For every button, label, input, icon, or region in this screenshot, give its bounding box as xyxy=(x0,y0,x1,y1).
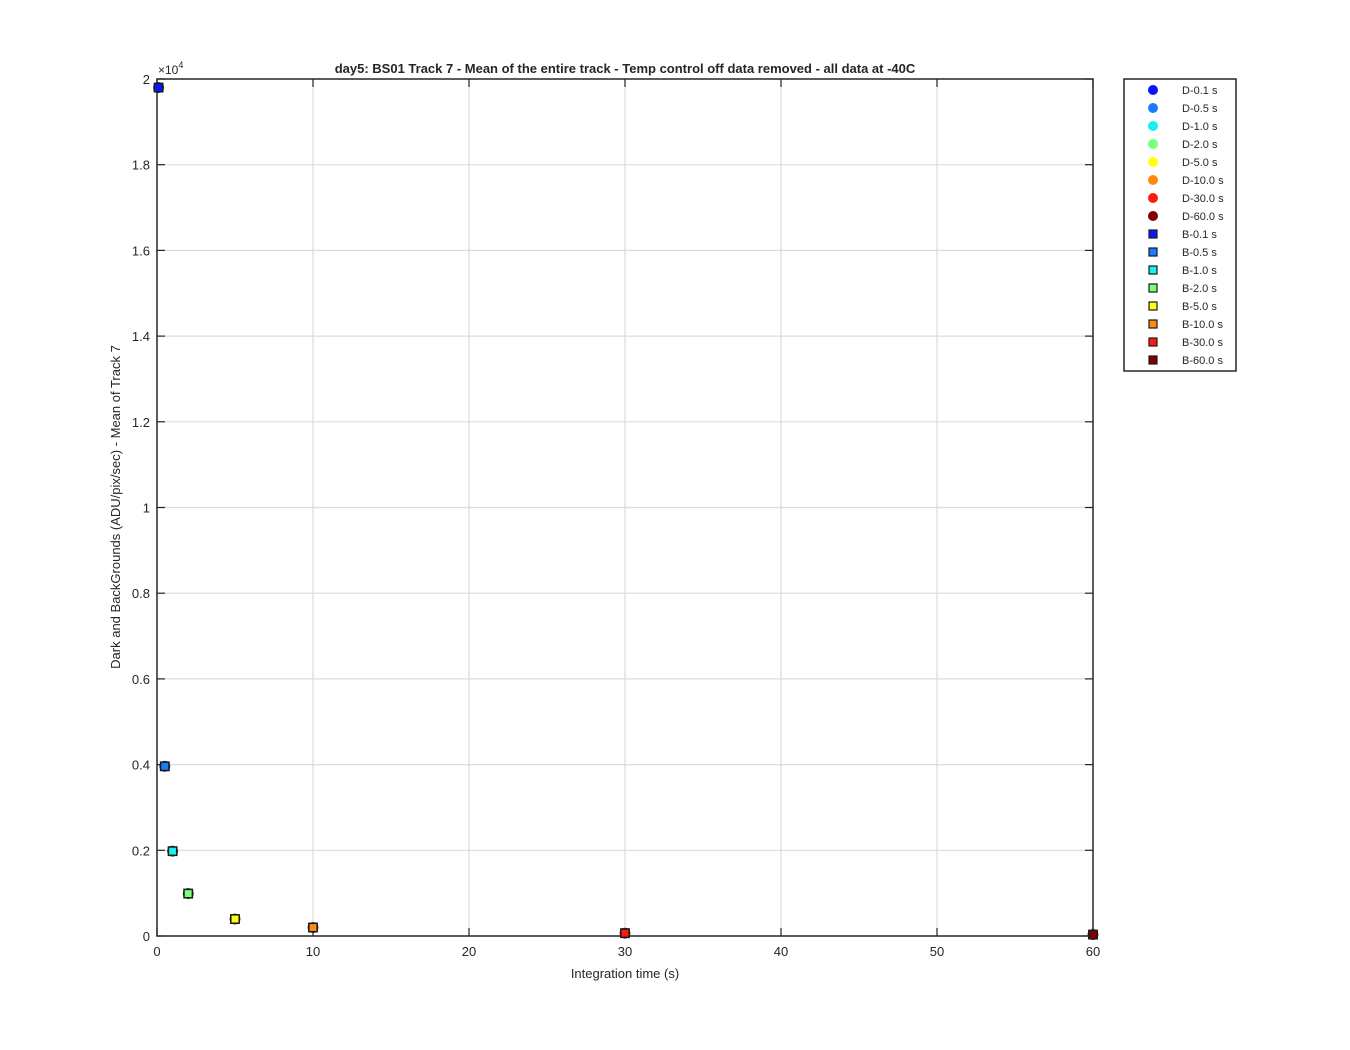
data-point-b-10-0-s xyxy=(308,922,318,933)
x-tick-label: 0 xyxy=(153,944,160,959)
x-tick-label: 10 xyxy=(306,944,320,959)
legend-marker xyxy=(1148,85,1158,95)
x-tick-label: 60 xyxy=(1086,944,1100,959)
y-axis-label: Dark and BackGrounds (ADU/pix/sec) - Mea… xyxy=(108,345,123,669)
legend-marker xyxy=(1148,175,1158,185)
chart-title: day5: BS01 Track 7 - Mean of the entire … xyxy=(335,61,916,76)
data-point-b-2-0-s xyxy=(183,888,194,899)
legend-label: B-30.0 s xyxy=(1182,337,1223,349)
x-tick-label: 30 xyxy=(618,944,632,959)
y-tick-label: 1.2 xyxy=(132,415,150,430)
legend-label: B-10.0 s xyxy=(1182,319,1223,331)
legend-marker xyxy=(1148,319,1158,329)
legend-marker xyxy=(1148,121,1158,131)
y-tick-label: 1.6 xyxy=(132,243,150,258)
legend-label: B-0.1 s xyxy=(1182,229,1217,241)
legend-label: B-1.0 s xyxy=(1182,265,1217,277)
x-tick-label: 20 xyxy=(462,944,476,959)
y-tick-label: 0 xyxy=(143,929,150,944)
y-tick-label: 1.8 xyxy=(132,158,150,173)
legend-label: B-5.0 s xyxy=(1182,301,1217,313)
legend-label: D-0.1 s xyxy=(1182,85,1218,97)
legend-label: D-2.0 s xyxy=(1182,139,1218,151)
legend-label: D-60.0 s xyxy=(1182,211,1224,223)
legend-marker xyxy=(1148,355,1158,365)
legend-marker xyxy=(1148,247,1158,257)
y-tick-label: 2 xyxy=(143,72,150,87)
legend-marker xyxy=(1148,337,1158,347)
legend-marker xyxy=(1148,139,1158,149)
figure: 0 10 20 30 40 50 60 0 0.2 0.4 0.6 0.8 1 1.2 1.4 1.6 1.8 2… xyxy=(0,0,1350,1050)
legend: D-0.1 s D-0.5 s D-1.0 s D-2.0 s D-5.0 s D-10.… xyxy=(1123,78,1237,372)
legend-marker xyxy=(1148,283,1158,293)
y-tick-label: 1.4 xyxy=(132,329,150,344)
data-point-b-1-0-s xyxy=(167,846,178,857)
data-point-b-5-0-s xyxy=(230,914,240,924)
plot-area xyxy=(153,78,1099,940)
legend-marker xyxy=(1148,103,1158,113)
y-tick-label: 0.2 xyxy=(132,843,150,858)
legend-marker xyxy=(1148,265,1158,275)
legend-label: D-10.0 s xyxy=(1182,175,1224,187)
data-point-b-0-1-s xyxy=(153,82,164,93)
legend-label: D-5.0 s xyxy=(1182,157,1218,169)
y-exponent-power: 4 xyxy=(178,60,183,70)
y-tick-label: 1 xyxy=(143,501,150,516)
legend-marker xyxy=(1148,157,1158,167)
legend-marker xyxy=(1148,211,1158,221)
x-tick-label: 40 xyxy=(774,944,788,959)
y-tick-label: 0.4 xyxy=(132,758,150,773)
legend-marker xyxy=(1148,301,1158,311)
legend-label: D-30.0 s xyxy=(1182,193,1224,205)
y-tick-label: 0.6 xyxy=(132,672,150,687)
legend-label: D-1.0 s xyxy=(1182,121,1218,133)
legend-label: B-60.0 s xyxy=(1182,355,1223,367)
legend-label: D-0.5 s xyxy=(1182,103,1218,115)
data-point-b-30-0-s xyxy=(620,928,630,939)
data-point-b-0-5-s xyxy=(159,761,170,772)
legend-marker xyxy=(1148,229,1158,239)
y-tick-label: 0.8 xyxy=(132,586,150,601)
x-tick-label: 50 xyxy=(930,944,944,959)
legend-marker xyxy=(1148,193,1158,203)
legend-label: B-2.0 s xyxy=(1182,283,1217,295)
legend-label: B-0.5 s xyxy=(1182,247,1217,259)
data-point-b-60-0-s xyxy=(1088,929,1098,940)
x-axis-label: Integration time (s) xyxy=(571,966,679,981)
